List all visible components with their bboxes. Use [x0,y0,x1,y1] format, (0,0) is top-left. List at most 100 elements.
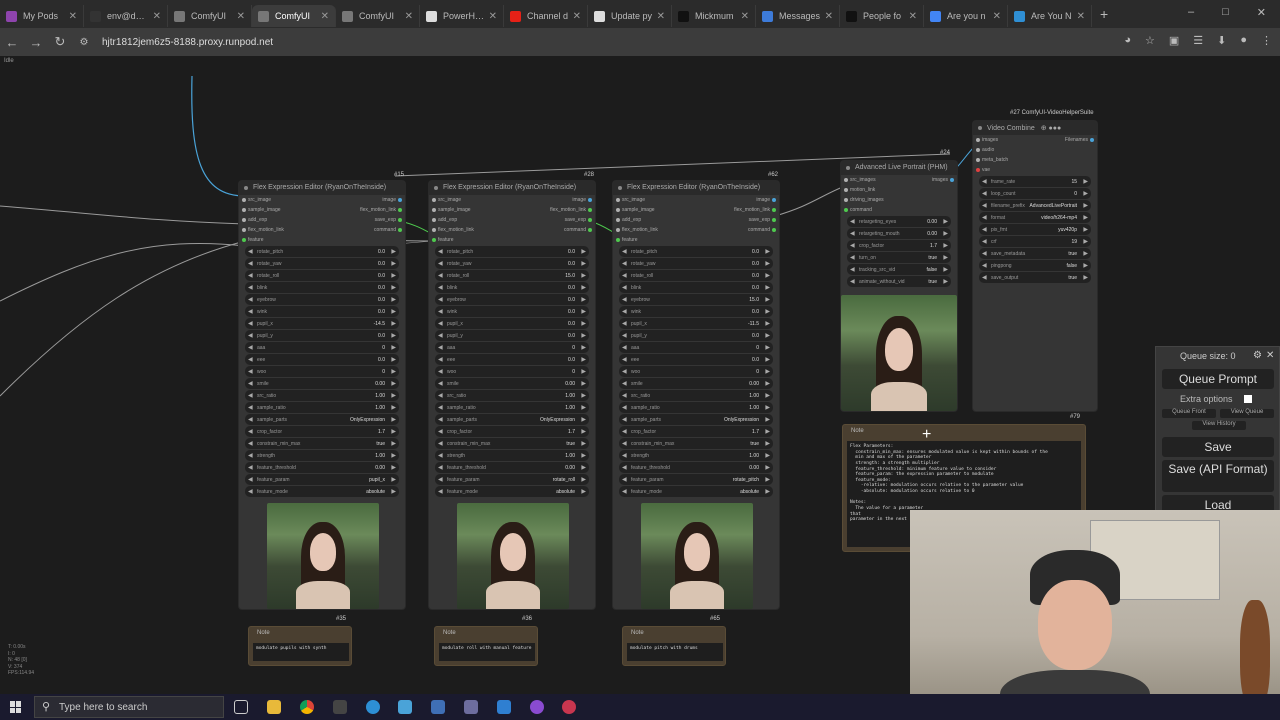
increment-arrow-icon[interactable]: ▶ [765,332,770,339]
browser-tab[interactable]: Update py ✕ [588,5,672,27]
decrement-arrow-icon[interactable]: ◀ [248,332,253,339]
tab-close-icon[interactable]: ✕ [657,11,665,22]
increment-arrow-icon[interactable]: ▶ [581,488,586,495]
browser-tab[interactable]: Channel d ✕ [504,5,588,27]
increment-arrow-icon[interactable]: ▶ [765,380,770,387]
node-widget[interactable]: ◀ feature_threshold 0.00 ▶ [245,462,399,473]
increment-arrow-icon[interactable]: ▶ [581,464,586,471]
playlist-icon[interactable]: ☰ [1193,34,1203,47]
increment-arrow-icon[interactable]: ▶ [391,296,396,303]
browser-tab[interactable]: env@dca5 ✕ [84,5,168,27]
decrement-arrow-icon[interactable]: ◀ [438,272,443,279]
decrement-arrow-icon[interactable]: ◀ [850,266,855,273]
increment-arrow-icon[interactable]: ▶ [765,272,770,279]
node-widget[interactable]: ◀ rotate_pitch 0.0 ▶ [619,246,773,257]
node-widget[interactable]: ◀ sample_ratio 1.00 ▶ [619,402,773,413]
increment-arrow-icon[interactable]: ▶ [1083,202,1088,209]
node-widget[interactable]: ◀ sample_parts OnlyExpression ▶ [619,414,773,425]
node-widget[interactable]: ◀ aaa 0 ▶ [619,342,773,353]
decrement-arrow-icon[interactable]: ◀ [850,230,855,237]
tab-close-icon[interactable]: ✕ [1077,11,1085,22]
increment-arrow-icon[interactable]: ▶ [391,344,396,351]
decrement-arrow-icon[interactable]: ◀ [622,392,627,399]
increment-arrow-icon[interactable]: ▶ [581,380,586,387]
decrement-arrow-icon[interactable]: ◀ [622,308,627,315]
increment-arrow-icon[interactable]: ▶ [581,284,586,291]
node-widget[interactable]: ◀ pupil_x 0.0 ▶ [435,318,589,329]
decrement-arrow-icon[interactable]: ◀ [438,260,443,267]
output-socket[interactable] [772,198,776,202]
output-socket[interactable] [398,228,402,232]
input-socket[interactable] [616,198,620,202]
increment-arrow-icon[interactable]: ▶ [1083,178,1088,185]
browser-tab[interactable]: Are You N ✕ [1008,5,1092,27]
increment-arrow-icon[interactable]: ▶ [1083,274,1088,281]
input-socket[interactable] [616,208,620,212]
decrement-arrow-icon[interactable]: ◀ [622,404,627,411]
decrement-arrow-icon[interactable]: ◀ [622,488,627,495]
node-widget[interactable]: ◀ sample_parts OnlyExpression ▶ [435,414,589,425]
taskbar-search[interactable]: ⚲ Type here to search [34,696,224,718]
increment-arrow-icon[interactable]: ▶ [391,452,396,459]
increment-arrow-icon[interactable]: ▶ [943,218,948,225]
decrement-arrow-icon[interactable]: ◀ [438,428,443,435]
decrement-arrow-icon[interactable]: ◀ [248,296,253,303]
tab-close-icon[interactable]: ✕ [69,11,77,22]
tab-close-icon[interactable]: ✕ [573,11,581,22]
increment-arrow-icon[interactable]: ▶ [391,272,396,279]
increment-arrow-icon[interactable]: ▶ [943,230,948,237]
increment-arrow-icon[interactable]: ▶ [391,476,396,483]
decrement-arrow-icon[interactable]: ◀ [248,392,253,399]
node-widget[interactable]: ◀ aaa 0 ▶ [245,342,399,353]
windows-start-icon[interactable] [10,701,22,713]
video-combine-node[interactable]: Video Combine ⊕ ●●● images Filenames audio me… [972,120,1098,412]
input-socket[interactable] [616,218,620,222]
increment-arrow-icon[interactable]: ▶ [581,356,586,363]
increment-arrow-icon[interactable]: ▶ [1083,250,1088,257]
node-widget[interactable]: ◀ format video/h264-mp4 ▶ [979,212,1091,223]
node-widget[interactable]: ◀ feature_threshold 0.00 ▶ [619,462,773,473]
increment-arrow-icon[interactable]: ▶ [581,296,586,303]
input-socket[interactable] [844,178,848,182]
node-widget[interactable]: ◀ feature_mode absolute ▶ [245,486,399,497]
increment-arrow-icon[interactable]: ▶ [391,368,396,375]
increment-arrow-icon[interactable]: ▶ [765,296,770,303]
tab-close-icon[interactable]: ✕ [153,11,161,22]
decrement-arrow-icon[interactable]: ◀ [622,440,627,447]
url-field[interactable]: hjtr1812jem6z5-8188.proxy.runpod.net [102,37,273,48]
increment-arrow-icon[interactable]: ▶ [391,416,396,423]
node-widget[interactable]: ◀ src_ratio 1.00 ▶ [435,390,589,401]
input-socket[interactable] [616,228,620,232]
decrement-arrow-icon[interactable]: ◀ [248,416,253,423]
node-widget[interactable]: ◀ constrain_min_max true ▶ [245,438,399,449]
decrement-arrow-icon[interactable]: ◀ [438,404,443,411]
advanced-live-portrait-node[interactable]: Advanced Live Portrait (PHM) src_images im… [840,160,958,412]
output-socket[interactable] [1090,138,1094,142]
increment-arrow-icon[interactable]: ▶ [581,272,586,279]
decrement-arrow-icon[interactable]: ◀ [438,356,443,363]
node-widget[interactable]: ◀ src_ratio 1.00 ▶ [245,390,399,401]
decrement-arrow-icon[interactable]: ◀ [438,452,443,459]
note-text[interactable]: modulate pitch with drums [627,643,723,661]
decrement-arrow-icon[interactable]: ◀ [622,356,627,363]
tab-close-icon[interactable]: ✕ [489,11,497,22]
increment-arrow-icon[interactable]: ▶ [1083,262,1088,269]
back-icon[interactable]: ← [0,35,24,50]
input-socket[interactable] [242,208,246,212]
increment-arrow-icon[interactable]: ▶ [391,380,396,387]
decrement-arrow-icon[interactable]: ◀ [248,464,253,471]
decrement-arrow-icon[interactable]: ◀ [248,380,253,387]
queue-prompt-button[interactable]: Queue Prompt [1162,369,1274,389]
decrement-arrow-icon[interactable]: ◀ [622,416,627,423]
decrement-arrow-icon[interactable]: ◀ [248,308,253,315]
browser-tab[interactable]: ComfyUI ✕ [168,5,252,27]
increment-arrow-icon[interactable]: ▶ [391,488,396,495]
output-socket[interactable] [398,198,402,202]
save-api-button[interactable]: Save (API Format) [1162,460,1274,492]
browser-tab[interactable]: ComfyUI ✕ [336,5,420,27]
increment-arrow-icon[interactable]: ▶ [581,320,586,327]
extensions-icon[interactable]: ▣ [1169,34,1179,47]
increment-arrow-icon[interactable]: ▶ [581,332,586,339]
decrement-arrow-icon[interactable]: ◀ [248,320,253,327]
tab-close-icon[interactable]: ✕ [909,11,917,22]
